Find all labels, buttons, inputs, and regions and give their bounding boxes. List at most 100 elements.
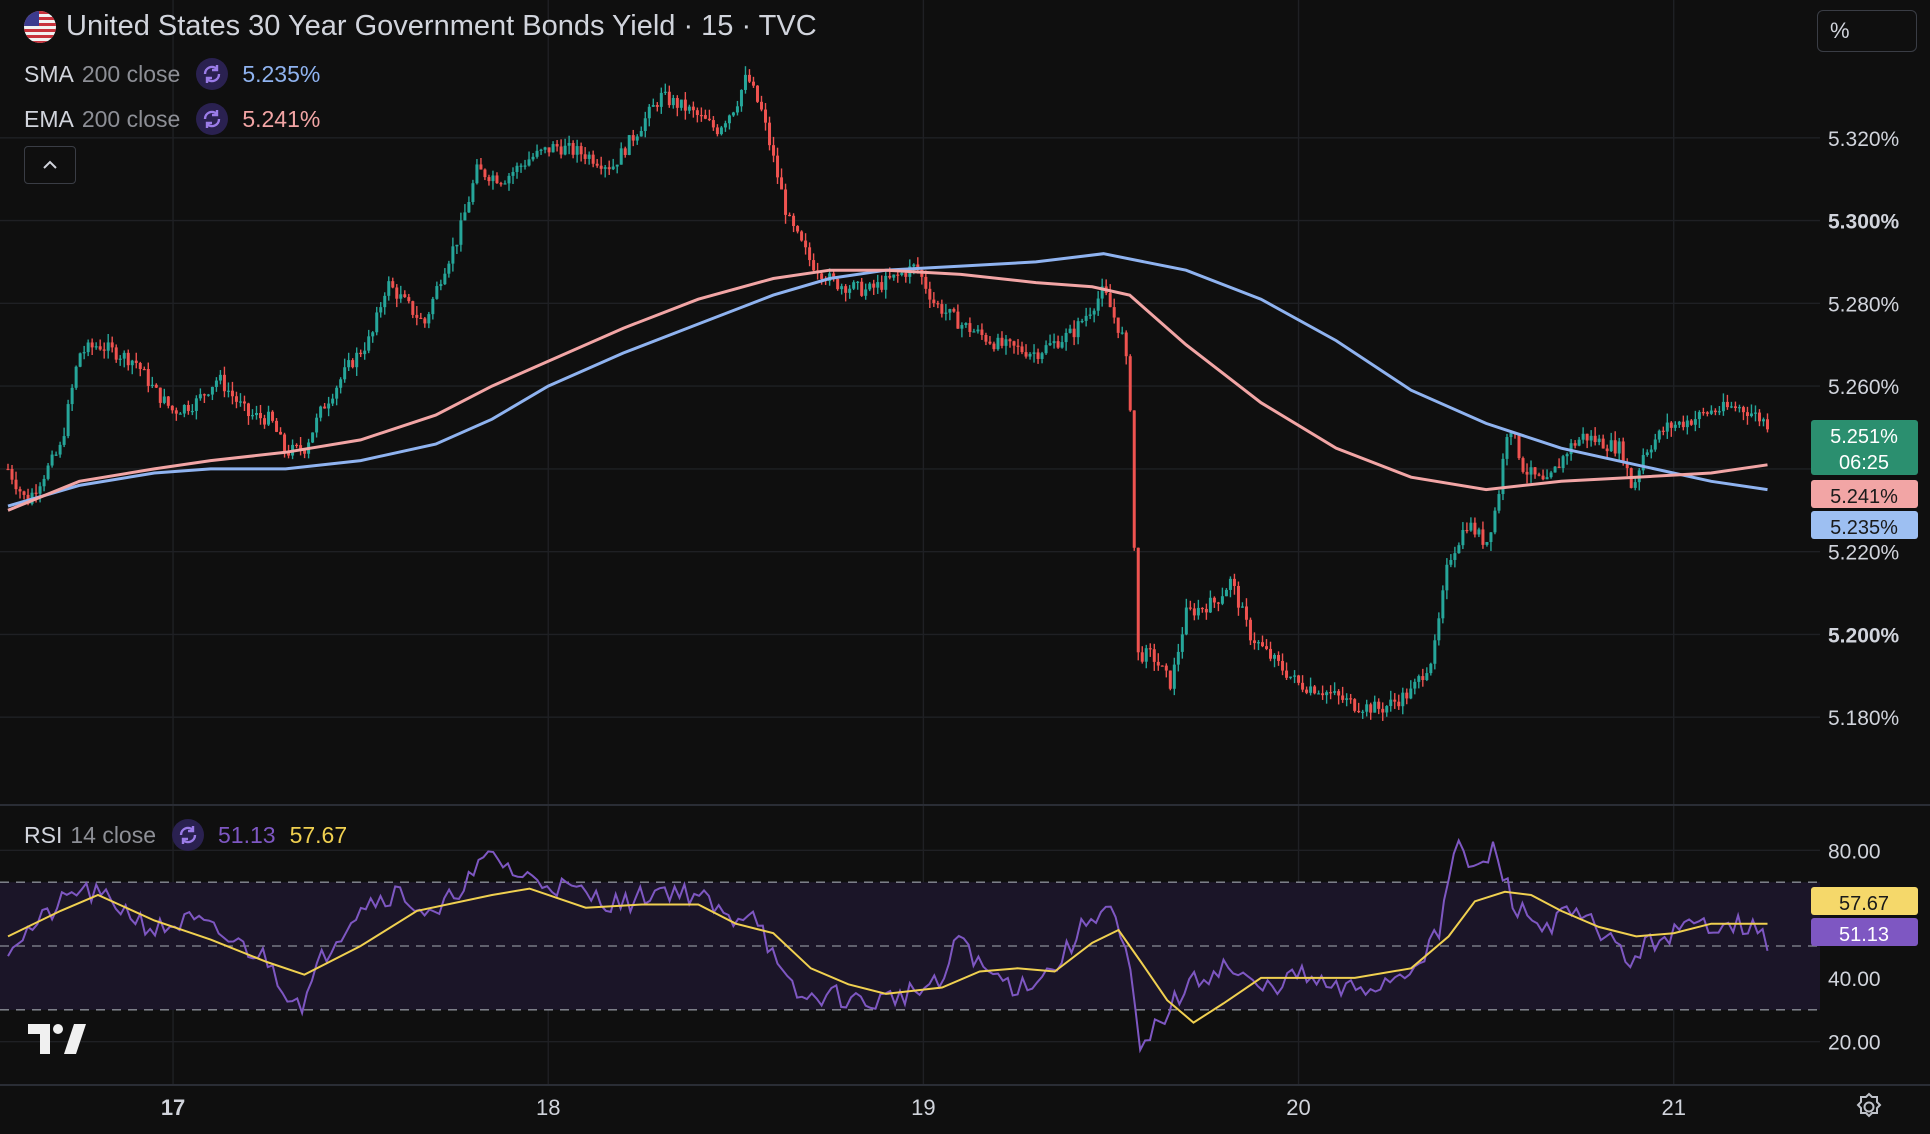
settings-gear-icon[interactable] <box>1854 1092 1884 1127</box>
candle-body <box>896 274 900 276</box>
candle-body <box>1060 342 1064 348</box>
candle <box>1441 585 1445 624</box>
candle-body <box>1701 412 1705 414</box>
candle <box>1032 344 1036 363</box>
candle-body <box>1028 353 1032 357</box>
candle-body <box>122 352 126 359</box>
chevron-up-icon <box>43 160 57 169</box>
candle-body <box>1565 454 1569 457</box>
candle <box>840 283 844 295</box>
candle <box>812 253 816 272</box>
candle-body <box>1589 435 1593 441</box>
candle <box>499 181 503 187</box>
candle <box>1521 456 1525 474</box>
candle <box>202 393 206 404</box>
candle <box>1757 409 1761 427</box>
rsi-legend[interactable]: RSI 14 close 51.13 57.67 <box>24 819 347 851</box>
candle-body <box>1357 710 1361 713</box>
candle-body <box>1260 642 1264 647</box>
candle <box>319 405 323 422</box>
candle <box>1657 429 1661 443</box>
sma-legend[interactable]: SMA 200 close 5.235% <box>24 58 320 90</box>
candle-body <box>1008 339 1012 342</box>
candle <box>515 162 519 179</box>
candle <box>583 147 587 165</box>
candle-body <box>1713 410 1717 413</box>
candle-body <box>1349 698 1353 700</box>
candle <box>1236 581 1240 616</box>
candle-body <box>1196 607 1200 616</box>
candle-body <box>547 147 551 153</box>
refresh-icon[interactable] <box>196 58 229 90</box>
candle <box>519 163 523 173</box>
tradingview-logo[interactable] <box>28 1024 86 1059</box>
candle-body <box>351 360 355 368</box>
candle <box>707 109 711 122</box>
candle <box>792 213 796 233</box>
candle <box>1693 410 1697 432</box>
rsi-legend-params: 14 close <box>70 821 157 848</box>
candle-body <box>1649 449 1653 453</box>
candle-body <box>254 412 258 416</box>
ema-price-tag: 5.241% <box>1811 480 1918 508</box>
candle-body <box>1204 608 1208 613</box>
candle <box>555 140 559 152</box>
candle-body <box>1461 529 1465 546</box>
ema-legend[interactable]: EMA 200 close 5.241% <box>24 103 320 135</box>
candle <box>495 172 499 184</box>
candle-body <box>1561 456 1565 469</box>
candle <box>751 76 755 88</box>
refresh-icon[interactable] <box>196 103 229 135</box>
candle-body <box>1581 433 1585 440</box>
candle-body <box>1689 420 1693 425</box>
candle-body <box>182 404 186 414</box>
candle-body <box>864 289 868 296</box>
candle-body <box>780 177 784 190</box>
candle <box>1565 452 1569 465</box>
candle-body <box>768 122 772 146</box>
candle-body <box>1068 328 1072 333</box>
candle-body <box>1136 547 1140 653</box>
y-axis-tick-label: 5.200% <box>1828 624 1900 647</box>
candle <box>896 271 900 283</box>
candle-body <box>1012 341 1016 346</box>
candle <box>118 355 122 366</box>
candle-body <box>186 404 190 411</box>
candle-body <box>515 165 519 173</box>
candle-body <box>796 226 800 232</box>
chart-canvas[interactable]: 5.320% 5.300% 5.280% 5.260% 5.220% 5.200% 5.18… <box>0 0 1930 1134</box>
candle <box>327 396 331 417</box>
candle-body <box>1385 706 1389 713</box>
candle-body <box>647 106 651 119</box>
candle <box>800 230 804 242</box>
candle <box>1425 667 1429 682</box>
candle <box>1633 477 1637 491</box>
candle <box>1104 279 1108 296</box>
rsi-axis-tick-label: 80.00 <box>1828 840 1881 863</box>
candle <box>1112 298 1116 324</box>
candle <box>1056 335 1060 349</box>
candle-body <box>66 404 70 437</box>
candle <box>1717 406 1721 416</box>
candle-body <box>1421 676 1425 681</box>
candle <box>679 99 683 111</box>
candle-body <box>1112 307 1116 318</box>
candle-body <box>1200 607 1204 610</box>
candle <box>844 284 848 302</box>
x-axis-tick-label: 20 <box>1286 1095 1310 1120</box>
candle-body <box>1180 634 1184 652</box>
candle-body <box>1517 433 1521 459</box>
candle <box>62 427 66 448</box>
x-axis-tick-label: 18 <box>536 1095 560 1120</box>
scale-mode-button[interactable]: % <box>1817 10 1917 52</box>
collapse-legend-button[interactable] <box>24 146 76 184</box>
candle <box>1765 413 1769 433</box>
candle <box>1561 454 1565 473</box>
candle <box>968 317 972 337</box>
candle-body <box>615 164 619 167</box>
candle <box>1096 291 1100 316</box>
candle <box>1581 427 1585 444</box>
refresh-icon[interactable] <box>172 819 205 851</box>
candle <box>435 281 439 300</box>
candle-body <box>1477 529 1481 535</box>
